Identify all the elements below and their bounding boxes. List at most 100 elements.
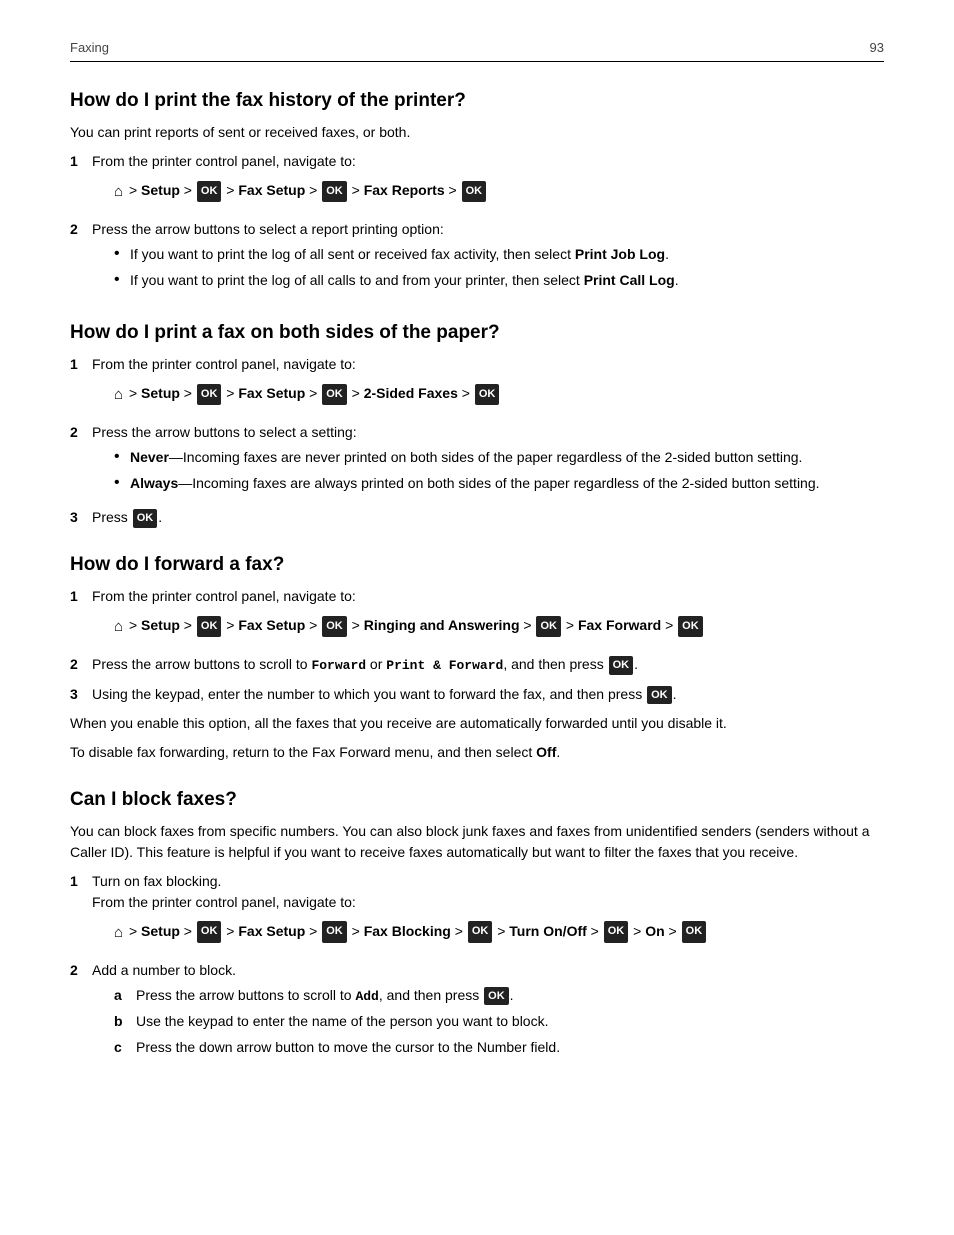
step-text: From the printer control panel, navigate… [92, 356, 356, 372]
ok-button: OK [322, 616, 347, 638]
nav-path: ⌂ > Setup > OK > Fax Setup > OK > Fax Re… [114, 178, 884, 205]
ok-button: OK [475, 384, 500, 406]
section-heading-2: How do I print a fax on both sides of th… [70, 322, 884, 344]
step-item: 1 Turn on fax blocking. From the printer… [70, 871, 884, 952]
step-content: From the printer control panel, navigate… [92, 354, 884, 414]
step-text: Press the arrow buttons to scroll to For… [92, 656, 608, 672]
list-item: • If you want to print the log of all ca… [114, 270, 884, 291]
step-text: From the printer control panel, navigate… [92, 153, 356, 169]
sub-step-label: b [114, 1011, 136, 1032]
home-icon: ⌂ [114, 178, 123, 205]
section-heading-4: Can I block faxes? [70, 789, 884, 811]
nav-text: > On > [629, 923, 680, 939]
step-number: 2 [70, 960, 92, 981]
step-number: 3 [70, 507, 92, 528]
section-block-faxes: Can I block faxes? You can block faxes f… [70, 789, 884, 1064]
sub-step-content: Press the arrow buttons to scroll to Add… [136, 985, 884, 1007]
home-icon: ⌂ [114, 381, 123, 408]
step-list-4: 1 Turn on fax blocking. From the printer… [70, 871, 884, 1064]
bullet-dot: • [114, 473, 130, 494]
ok-button: OK [322, 921, 347, 943]
ok-button: OK [468, 921, 493, 943]
nav-text: > Fax Setup > [222, 617, 321, 633]
bullet-list: • If you want to print the log of all se… [114, 244, 884, 291]
step-item: 1 From the printer control panel, naviga… [70, 586, 884, 646]
step-text: Press the arrow buttons to select a sett… [92, 424, 357, 440]
nav-path: ⌂ > Setup > OK > Fax Setup > OK > Ringin… [114, 613, 884, 640]
nav-text: > Setup > [129, 385, 196, 401]
step-text: . [158, 509, 162, 525]
step-item: 2 Press the arrow buttons to scroll to F… [70, 654, 884, 676]
step-number: 1 [70, 354, 92, 375]
nav-path: ⌂ > Setup > OK > Fax Setup > OK > Fax Bl… [114, 919, 884, 946]
step-text: Press [92, 509, 132, 525]
bullet-dot: • [114, 447, 130, 468]
nav-text: > Fax Reports > [348, 182, 461, 198]
section-heading-3: How do I forward a fax? [70, 554, 884, 576]
ok-button: OK [609, 656, 634, 675]
step-item: 3 Press OK. [70, 507, 884, 528]
ok-button: OK [484, 987, 509, 1006]
sub-step-item: b Use the keypad to enter the name of th… [114, 1011, 884, 1032]
step-content: Turn on fax blocking. From the printer c… [92, 871, 884, 952]
ok-button: OK [462, 181, 487, 203]
nav-text: > 2-Sided Faxes > [348, 385, 474, 401]
step-number: 2 [70, 654, 92, 675]
step-item: 1 From the printer control panel, naviga… [70, 354, 884, 414]
sub-step-content: Use the keypad to enter the name of the … [136, 1011, 884, 1032]
step-content: Press the arrow buttons to select a repo… [92, 219, 884, 296]
bullet-text: Never—Incoming faxes are never printed o… [130, 447, 884, 468]
nav-path: ⌂ > Setup > OK > Fax Setup > OK > 2-Side… [114, 381, 884, 408]
sub-step-list: a Press the arrow buttons to scroll to A… [114, 985, 884, 1059]
nav-text: > Setup > [129, 923, 196, 939]
step-number: 1 [70, 871, 92, 892]
list-item: • Always—Incoming faxes are always print… [114, 473, 884, 494]
step-item: 3 Using the keypad, enter the number to … [70, 684, 884, 705]
section-intro-1: You can print reports of sent or receive… [70, 122, 884, 143]
page-header: Faxing 93 [70, 40, 884, 62]
ok-button: OK [197, 384, 222, 406]
ok-button: OK [678, 616, 703, 638]
step-text: . [634, 656, 638, 672]
block-intro: You can block faxes from specific number… [70, 821, 884, 863]
step-item: 2 Press the arrow buttons to select a se… [70, 422, 884, 499]
nav-text: > Fax Blocking > [348, 923, 467, 939]
section-forward-fax: How do I forward a fax? 1 From the print… [70, 554, 884, 763]
step-content: Add a number to block. a Press the arrow… [92, 960, 884, 1064]
step-content: Press the arrow buttons to select a sett… [92, 422, 884, 499]
step-list-3: 1 From the printer control panel, naviga… [70, 586, 884, 705]
ok-button: OK [536, 616, 561, 638]
header-section-title: Faxing [70, 40, 109, 55]
page: Faxing 93 How do I print the fax history… [0, 0, 954, 1235]
ok-button: OK [322, 384, 347, 406]
list-item: • Never—Incoming faxes are never printed… [114, 447, 884, 468]
step-content: Using the keypad, enter the number to wh… [92, 684, 884, 705]
bullet-dot: • [114, 244, 130, 265]
section-print-fax-history: How do I print the fax history of the pr… [70, 90, 884, 296]
list-item: • If you want to print the log of all se… [114, 244, 884, 265]
step-number: 2 [70, 219, 92, 240]
step-number: 2 [70, 422, 92, 443]
step-text: From the printer control panel, navigate… [92, 588, 356, 604]
forward-para-2: To disable fax forwarding, return to the… [70, 742, 884, 763]
step-text: Press the arrow buttons to select a repo… [92, 221, 444, 237]
section-heading-1: How do I print the fax history of the pr… [70, 90, 884, 112]
step-subtext: From the printer control panel, navigate… [92, 894, 356, 910]
sub-step-item: a Press the arrow buttons to scroll to A… [114, 985, 884, 1007]
step-item: 2 Press the arrow buttons to select a re… [70, 219, 884, 296]
nav-text: > Fax Setup > [222, 182, 321, 198]
step-text: Using the keypad, enter the number to wh… [92, 686, 646, 702]
step-content: From the printer control panel, navigate… [92, 586, 884, 646]
step-item: 1 From the printer control panel, naviga… [70, 151, 884, 211]
nav-text: > Ringing and Answering > [348, 617, 536, 633]
ok-button: OK [197, 616, 222, 638]
bullet-list: • Never—Incoming faxes are never printed… [114, 447, 884, 494]
step-number: 1 [70, 586, 92, 607]
step-list-1: 1 From the printer control panel, naviga… [70, 151, 884, 296]
bullet-text: If you want to print the log of all sent… [130, 244, 884, 265]
step-number: 3 [70, 684, 92, 705]
bullet-text: Always—Incoming faxes are always printed… [130, 473, 884, 494]
home-icon: ⌂ [114, 919, 123, 946]
ok-button: OK [682, 921, 707, 943]
nav-text: > Setup > [129, 617, 196, 633]
